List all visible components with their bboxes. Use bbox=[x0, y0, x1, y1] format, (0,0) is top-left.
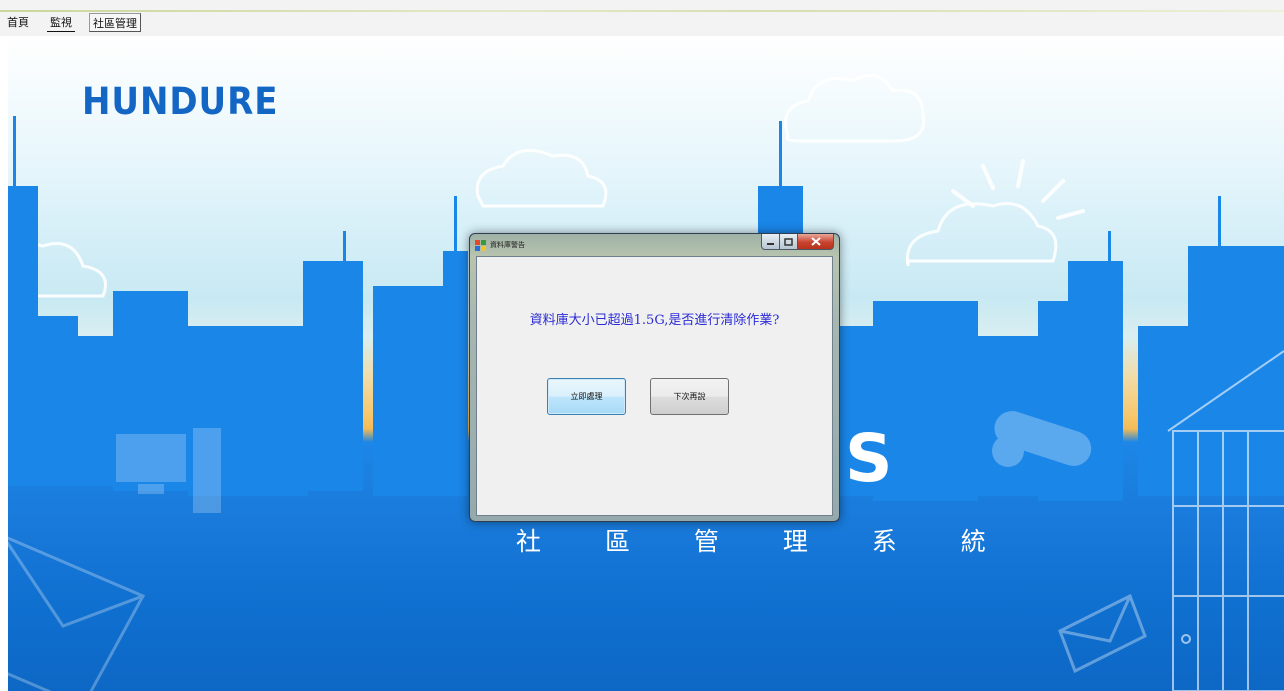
minimize-button[interactable] bbox=[761, 234, 780, 250]
maximize-button[interactable] bbox=[779, 234, 798, 250]
close-icon bbox=[810, 237, 821, 246]
sun-rays-icon bbox=[951, 159, 1085, 220]
dialog-client-area: 資料庫大小已超過1.5G,是否進行清除作業? 立即處理 下次再說 bbox=[476, 256, 833, 516]
menu-item-monitor[interactable]: 監視 bbox=[47, 13, 75, 32]
dialog-titlebar[interactable]: 資料庫警告 bbox=[470, 234, 839, 256]
hundure-logo: HUNDURE bbox=[82, 80, 279, 123]
database-warning-dialog: 資料庫警告 資料庫大小已超過1.5G,是否進行清除作業? 立即處理 下次再說 bbox=[469, 233, 840, 522]
menu-item-home[interactable]: 首頁 bbox=[4, 13, 32, 32]
dialog-title: 資料庫警告 bbox=[490, 241, 525, 249]
app-icon bbox=[475, 240, 486, 251]
menu-bar: 首頁 監視 社區管理 bbox=[0, 0, 1284, 36]
envelope-icon bbox=[8, 536, 146, 691]
computer-icon bbox=[116, 428, 221, 513]
process-now-button[interactable]: 立即處理 bbox=[547, 378, 626, 415]
menu-top-line bbox=[0, 10, 1284, 12]
close-button[interactable] bbox=[797, 234, 834, 250]
maximize-icon bbox=[784, 237, 793, 246]
menu-item-community-management[interactable]: 社區管理 bbox=[89, 13, 141, 32]
minimize-icon bbox=[767, 242, 774, 245]
remind-later-button[interactable]: 下次再說 bbox=[650, 378, 729, 415]
dialog-message: 資料庫大小已超過1.5G,是否進行清除作業? bbox=[529, 313, 780, 328]
product-letter-s: S bbox=[845, 420, 893, 497]
system-subtitle: 社 區 管 理 系 統 bbox=[516, 527, 1014, 556]
envelope-small-icon bbox=[1058, 593, 1147, 674]
